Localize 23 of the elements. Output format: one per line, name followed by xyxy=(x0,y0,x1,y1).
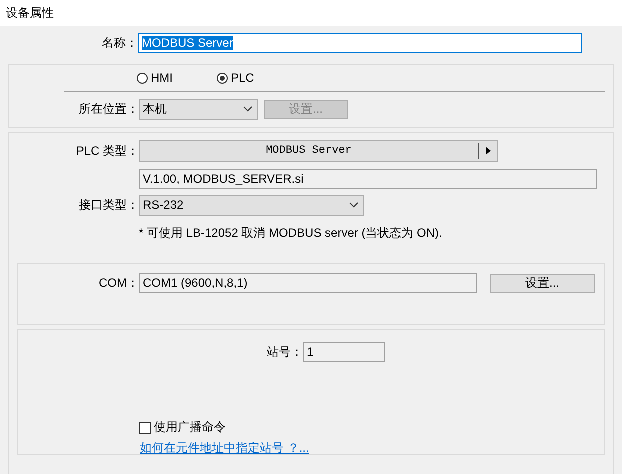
location-dropdown[interactable]: 本机 xyxy=(139,98,258,120)
settings-button[interactable]: 设置... xyxy=(490,274,595,292)
interface-label: 接口类型： xyxy=(78,196,139,214)
radio-option[interactable]: PLC xyxy=(217,71,254,85)
station-field[interactable]: 1 xyxy=(303,342,385,362)
note-text: * 可使用 LB-12052 取消 MODBUS server (当状态为 ON). xyxy=(139,224,442,242)
plc-type-label: PLC 类型： xyxy=(75,142,139,160)
location-label: 所在位置： xyxy=(78,100,139,118)
com-label: COM： xyxy=(98,274,139,292)
station-label: 站号： xyxy=(267,344,303,360)
play-icon xyxy=(486,147,490,155)
name-label: 名称： xyxy=(101,34,138,52)
chevron-down-icon xyxy=(349,202,359,208)
name-field[interactable]: MODBUS Server xyxy=(138,33,582,53)
plc-type-button[interactable]: MODBUS Server xyxy=(139,140,498,162)
interface-dropdown[interactable]: RS-232 xyxy=(139,194,364,216)
driver-info-field: V.1.00, MODBUS_SERVER.si xyxy=(139,169,597,189)
window-title: 设备属性 xyxy=(6,4,54,22)
broadcast-checkbox[interactable]: 使用广播命令 xyxy=(139,419,226,436)
radio-option[interactable]: HMI xyxy=(137,71,173,85)
com-field: COM1 (9600,N,8,1) xyxy=(139,273,477,293)
chevron-down-icon xyxy=(243,106,253,112)
help-link[interactable]: 如何在元件地址中指定站号 ？... xyxy=(140,440,310,456)
